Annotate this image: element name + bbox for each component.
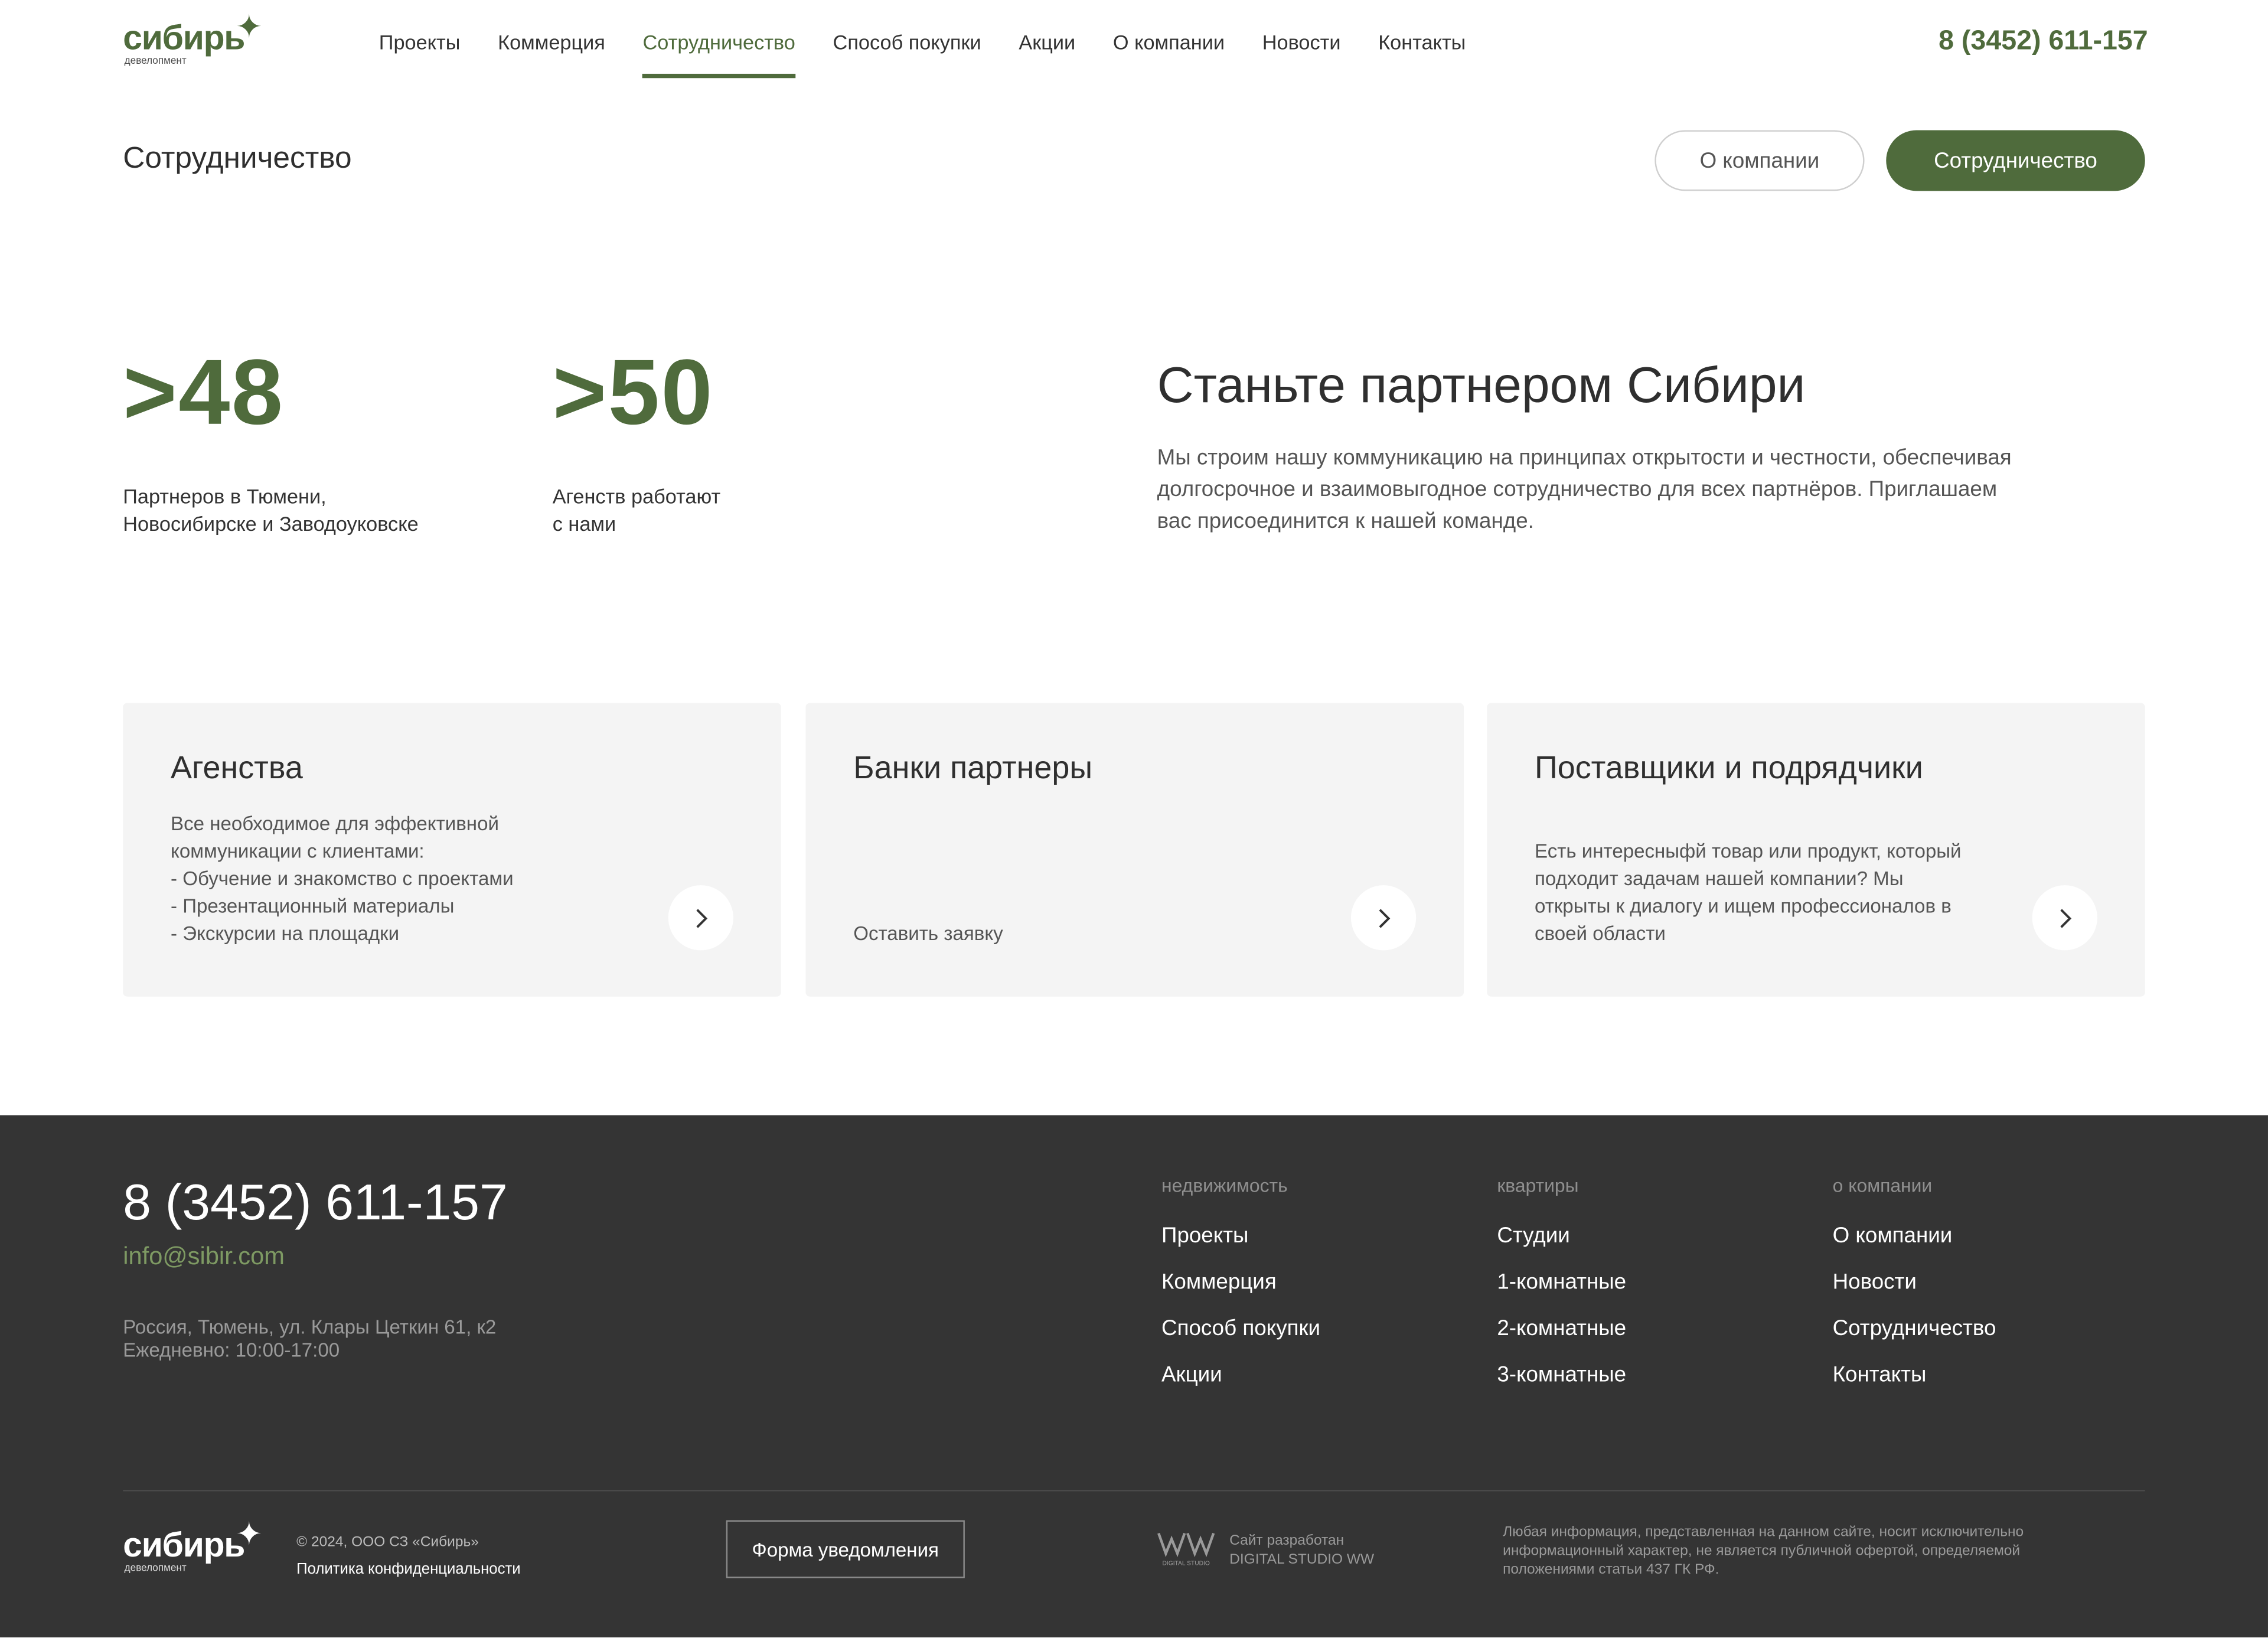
stat-agencies-value: >50 xyxy=(552,340,714,445)
footer-column-heading: квартиры xyxy=(1497,1174,1579,1196)
chevron-right-icon xyxy=(696,908,707,928)
stat-partners-label-line: Партнеров в Тюмени, xyxy=(123,484,327,508)
stat-agencies-label-line: Агенств работают xyxy=(552,484,721,508)
logo[interactable]: сибирь ✦ девелопмент xyxy=(123,11,267,69)
nav-item-purchase-method[interactable]: Способ покупки xyxy=(833,29,981,78)
footer-link-partnership[interactable]: Сотрудничество xyxy=(1833,1315,1996,1343)
stat-agencies-label-line: с нами xyxy=(552,512,616,536)
footer-phone-link[interactable]: 8 (3452) 611-157 xyxy=(123,1174,507,1232)
card-text-line: открыты к диалогу и ищем профессионалов … xyxy=(1535,895,1952,918)
footer-address-line: Россия, Тюмень, ул. Клары Цеткин 61, к2 xyxy=(123,1316,497,1338)
card-agencies[interactable]: Агенства Все необходимое для эффективной… xyxy=(123,703,781,997)
nav-item-partnership[interactable]: Сотрудничество xyxy=(642,29,796,79)
footer-email-link[interactable]: info@sibir.com xyxy=(123,1242,285,1271)
nav-item-news[interactable]: Новости xyxy=(1262,29,1341,78)
footer-link-1-room[interactable]: 1-комнатные xyxy=(1497,1268,1626,1296)
card-text-line: - Обучение и знакомство с проектами xyxy=(171,867,514,890)
footer-logo[interactable]: сибирь ✦ девелопмент xyxy=(123,1518,267,1577)
stat-agencies-label: Агенств работают с нами xyxy=(553,483,720,538)
footer-column-company: о компании О компании Новости Сотрудниче… xyxy=(1833,1174,1996,1407)
logo-wordmark: сибирь xyxy=(123,1526,245,1565)
card-title: Банки партнеры xyxy=(853,749,1093,786)
copyright: © 2024, ООО СЗ «Сибирь» xyxy=(296,1535,479,1551)
notification-form-button[interactable]: Форма уведомления xyxy=(726,1520,965,1578)
logo-subtitle: девелопмент xyxy=(124,56,187,67)
card-text-line: - Экскурсии на площадки xyxy=(171,922,400,945)
card-suppliers[interactable]: Поставщики и подрядчики Есть интересныфй… xyxy=(1487,703,2145,997)
studio-credit-line: DIGITAL STUDIO WW xyxy=(1229,1552,1375,1568)
card-arrow-button[interactable] xyxy=(668,885,733,951)
card-title: Агенства xyxy=(171,749,303,786)
studio-logo[interactable]: DIGITAL STUDIO xyxy=(1157,1529,1215,1567)
header-phone-link[interactable]: 8 (3452) 611-157 xyxy=(1939,26,2148,58)
footer-link-studios[interactable]: Студии xyxy=(1497,1222,1626,1250)
partner-description: Мы строим нашу коммуникацию на принципах… xyxy=(1157,443,2083,539)
footer-link-promotions[interactable]: Акции xyxy=(1161,1361,1320,1389)
chevron-right-icon xyxy=(1378,908,1390,928)
card-text: Все необходимое для эффективной коммуник… xyxy=(171,810,514,948)
stat-partners-label-line: Новосибирске и Заводоуковске xyxy=(123,512,419,536)
footer: 8 (3452) 611-157 info@sibir.com Россия, … xyxy=(0,1115,2268,1637)
card-text-line: коммуникации с клиентами: xyxy=(171,840,425,862)
leave-request-link[interactable]: Оставить заявку xyxy=(853,920,1003,948)
star-icon: ✦ xyxy=(236,1516,263,1552)
card-arrow-button[interactable] xyxy=(1350,885,1417,951)
nav-item-projects[interactable]: Проекты xyxy=(379,29,461,78)
footer-column-apartments: квартиры Студии 1-комнатные 2-комнатные … xyxy=(1497,1174,1626,1407)
footer-link-contacts[interactable]: Контакты xyxy=(1833,1361,1996,1389)
footer-link-2-room[interactable]: 2-комнатные xyxy=(1497,1315,1626,1343)
privacy-policy-link[interactable]: Политика конфиденциальности xyxy=(296,1561,520,1578)
footer-link-projects[interactable]: Проекты xyxy=(1161,1222,1320,1250)
card-title: Поставщики и подрядчики xyxy=(1535,749,1923,786)
card-text-line: Все необходимое для эффективной xyxy=(171,813,499,835)
about-company-button[interactable]: О компании xyxy=(1655,130,1865,191)
card-text-line: своей области xyxy=(1535,922,1666,945)
partner-description-line: долгосрочное и взаимовыгодное сотрудниче… xyxy=(1157,477,1998,503)
chevron-right-icon xyxy=(2060,908,2071,928)
partner-heading: Станьте партнером Сибири xyxy=(1157,357,1806,414)
footer-address-line: Ежедневно: 10:00-17:00 xyxy=(123,1339,340,1362)
footer-divider xyxy=(123,1490,2145,1492)
stat-partners-label: Партнеров в Тюмени, Новосибирске и Завод… xyxy=(123,483,418,538)
footer-link-news[interactable]: Новости xyxy=(1833,1268,1996,1296)
studio-credit-line: Сайт разработан xyxy=(1229,1533,1345,1549)
legal-disclaimer: Любая информация, представленная на данн… xyxy=(1503,1523,2145,1580)
legal-disclaimer-line: Любая информация, представленная на данн… xyxy=(1503,1524,2024,1541)
nav-item-promotions[interactable]: Акции xyxy=(1019,29,1075,78)
footer-link-commerce[interactable]: Коммерция xyxy=(1161,1268,1320,1296)
nav-item-contacts[interactable]: Контакты xyxy=(1378,29,1466,78)
logo-wordmark: сибирь xyxy=(123,18,245,58)
footer-column-heading: недвижимость xyxy=(1161,1174,1288,1196)
card-text: Оставить заявку xyxy=(853,920,1003,948)
card-text: Есть интересныфй товар или продукт, кото… xyxy=(1535,837,1961,947)
studio-logo-caption: DIGITAL STUDIO xyxy=(1162,1560,1209,1566)
page-title: Сотрудничество xyxy=(123,142,352,175)
footer-column-realty: недвижимость Проекты Коммерция Способ по… xyxy=(1161,1174,1320,1407)
partner-description-line: Мы строим нашу коммуникацию на принципах… xyxy=(1157,445,2012,471)
card-partner-banks[interactable]: Банки партнеры Оставить заявку xyxy=(805,703,1464,997)
card-text-line: - Презентационный материалы xyxy=(171,895,455,918)
nav-item-commerce[interactable]: Коммерция xyxy=(498,29,605,78)
stat-partners-value: >48 xyxy=(123,340,285,445)
main-nav: Проекты Коммерция Сотрудничество Способ … xyxy=(379,29,1503,79)
card-text-line: Есть интересныфй товар или продукт, кото… xyxy=(1535,840,1962,862)
legal-disclaimer-line: информационный характер, не является пуб… xyxy=(1503,1543,2021,1559)
footer-link-about[interactable]: О компании xyxy=(1833,1222,1996,1250)
studio-ww-icon: DIGITAL STUDIO xyxy=(1157,1532,1215,1567)
star-icon: ✦ xyxy=(236,8,263,45)
nav-item-about[interactable]: О компании xyxy=(1113,29,1225,78)
footer-link-purchase-method[interactable]: Способ покупки xyxy=(1161,1315,1320,1343)
footer-column-heading: о компании xyxy=(1832,1174,1933,1196)
partner-description-line: вас присоединится к нашей команде. xyxy=(1157,509,1534,534)
footer-address: Россия, Тюмень, ул. Клары Цеткин 61, к2 … xyxy=(123,1316,496,1362)
partnership-button[interactable]: Сотрудничество xyxy=(1886,130,2145,191)
card-text-line: подходит задачам нашей компании? Мы xyxy=(1535,867,1904,890)
logo-subtitle: девелопмент xyxy=(124,1564,187,1574)
card-arrow-button[interactable] xyxy=(2032,885,2097,951)
footer-link-3-room[interactable]: 3-комнатные xyxy=(1497,1361,1626,1389)
studio-credit[interactable]: Сайт разработан DIGITAL STUDIO WW xyxy=(1229,1532,1374,1570)
legal-disclaimer-line: положениями статьи 437 ГК РФ. xyxy=(1503,1562,1719,1578)
